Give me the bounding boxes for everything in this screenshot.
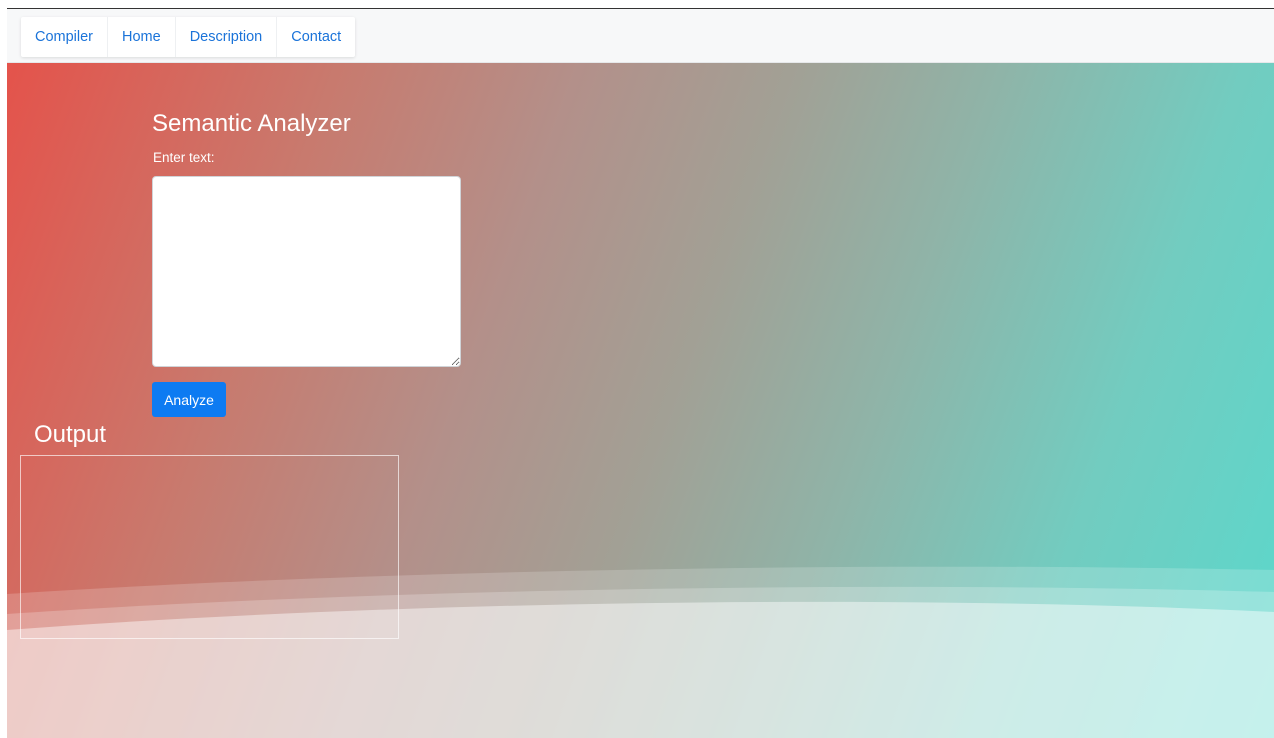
nav-group: Compiler Home Description Contact xyxy=(21,17,356,57)
output-box xyxy=(20,455,399,639)
nav-item-compiler[interactable]: Compiler xyxy=(21,17,109,57)
navbar: Compiler Home Description Contact xyxy=(7,9,1274,63)
page: Compiler Home Description Contact Semant… xyxy=(0,0,1274,738)
nav-item-home[interactable]: Home xyxy=(108,17,176,57)
analyze-button[interactable]: Analyze xyxy=(152,382,226,417)
text-input[interactable] xyxy=(152,176,461,367)
nav-item-description[interactable]: Description xyxy=(176,17,278,57)
input-label: Enter text: xyxy=(153,150,215,165)
output-title: Output xyxy=(34,421,107,448)
nav-item-contact[interactable]: Contact xyxy=(277,17,355,57)
page-title: Semantic Analyzer xyxy=(152,110,351,137)
